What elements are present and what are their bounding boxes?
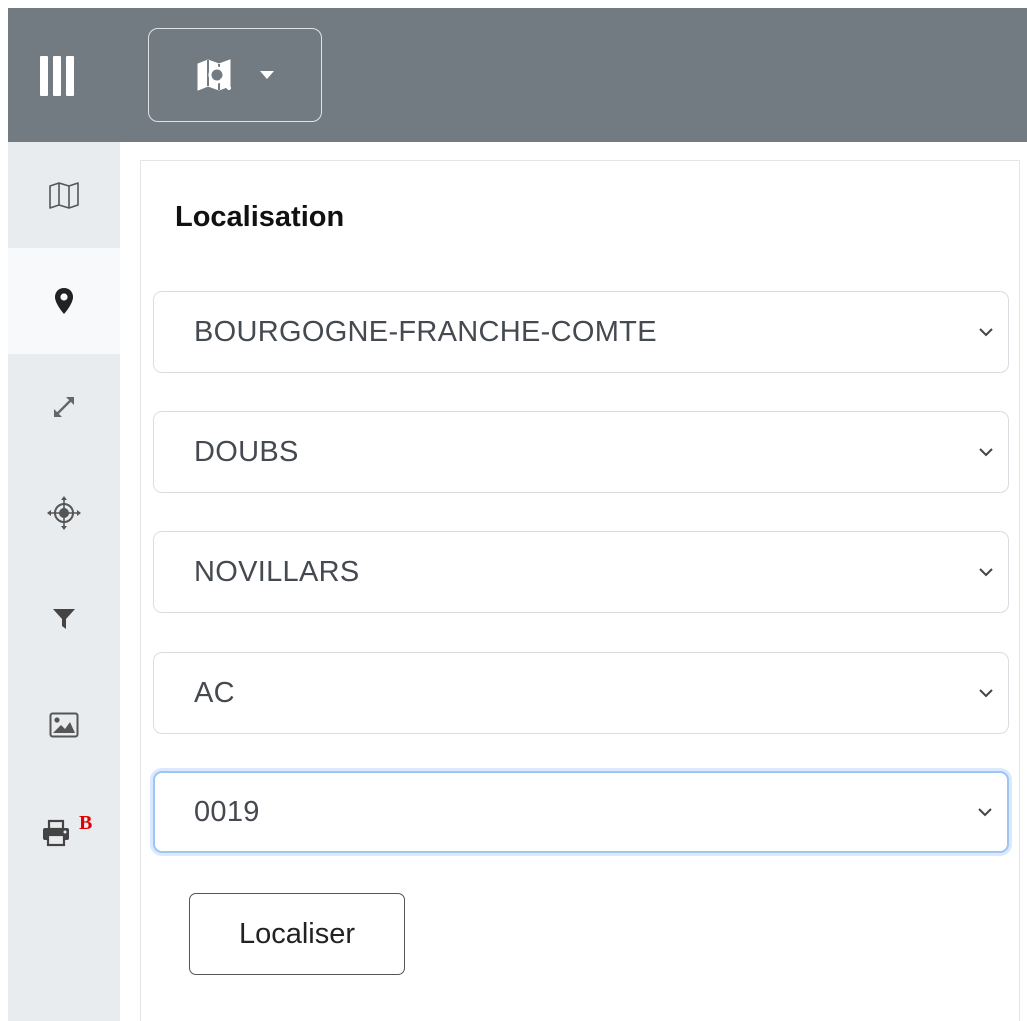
crosshair-icon xyxy=(47,496,81,530)
print-badge: B xyxy=(79,812,93,834)
panel-title: Localisation xyxy=(175,201,345,233)
map-marker-icon xyxy=(55,288,73,314)
chevron-down-icon xyxy=(979,568,993,577)
top-toolbar xyxy=(8,8,1027,142)
section-select-value: AC xyxy=(194,676,235,709)
commune-select-value: NOVILLARS xyxy=(194,555,360,588)
parcel-select-value: 0019 xyxy=(194,795,260,828)
commune-select[interactable]: NOVILLARS xyxy=(153,531,1009,613)
chevron-down-icon xyxy=(979,448,993,457)
sidebar: B xyxy=(8,142,120,1021)
map-search-icon xyxy=(197,59,231,91)
image-icon xyxy=(49,712,79,738)
map-icon xyxy=(49,182,79,209)
sidebar-item-center[interactable] xyxy=(8,460,120,566)
caret-down-icon xyxy=(260,71,274,79)
sidebar-item-print[interactable]: B xyxy=(8,778,120,884)
parcel-select[interactable]: 0019 xyxy=(153,771,1009,853)
sidebar-item-location[interactable] xyxy=(8,248,120,354)
region-select[interactable]: BOURGOGNE-FRANCHE-COMTE xyxy=(153,291,1009,373)
chevron-down-icon xyxy=(978,808,992,817)
department-select-value: DOUBS xyxy=(194,435,299,468)
map-tool-dropdown-button[interactable] xyxy=(148,28,322,122)
sidebar-item-map[interactable] xyxy=(8,142,120,248)
sidebar-item-image[interactable] xyxy=(8,672,120,778)
region-select-value: BOURGOGNE-FRANCHE-COMTE xyxy=(194,315,657,348)
department-select[interactable]: DOUBS xyxy=(153,411,1009,493)
localisation-panel: Localisation BOURGOGNE-FRANCHE-COMTE DOU… xyxy=(140,160,1020,1021)
filter-icon xyxy=(53,609,75,629)
expand-arrows-icon xyxy=(54,397,74,417)
chevron-down-icon xyxy=(979,328,993,337)
section-select[interactable]: AC xyxy=(153,652,1009,734)
chevron-down-icon xyxy=(979,689,993,698)
localiser-button[interactable]: Localiser xyxy=(189,893,405,975)
columns-icon[interactable] xyxy=(40,56,78,96)
sidebar-item-filter[interactable] xyxy=(8,566,120,672)
sidebar-item-extent[interactable] xyxy=(8,354,120,460)
